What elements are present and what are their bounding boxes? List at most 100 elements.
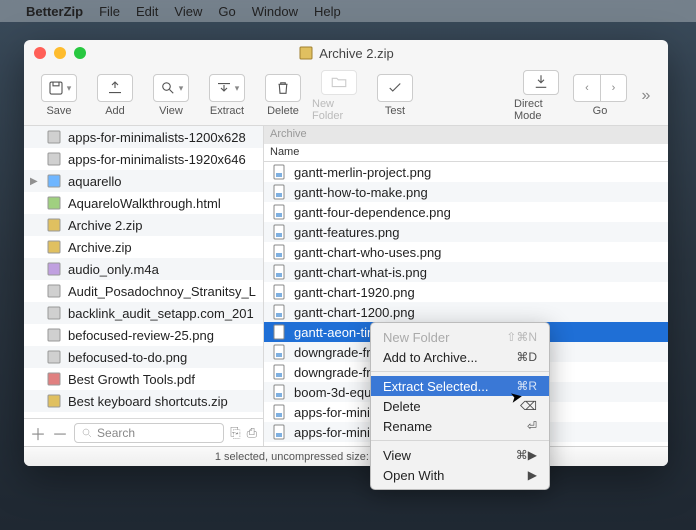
toolbar-overflow-icon[interactable]: » <box>632 87 660 105</box>
list-row-label: gantt-chart-1200.png <box>294 305 415 320</box>
extract-button[interactable]: ▾ Extract <box>200 70 254 122</box>
list-row-label: gantt-chart-1920.png <box>294 285 415 300</box>
sidebar-item[interactable]: apps-for-minimalists-1200x628 <box>24 126 263 148</box>
nav-forward-icon[interactable]: › <box>600 75 626 101</box>
menubar-help[interactable]: Help <box>314 4 341 19</box>
context-menu-item[interactable]: Extract Selected...⌘R <box>371 376 549 396</box>
context-menu-item[interactable]: View⌘▶ <box>371 445 549 465</box>
sidebar-item[interactable]: AquareloWalkthrough.html <box>24 192 263 214</box>
menubar-view[interactable]: View <box>174 4 202 19</box>
delete-button[interactable]: Delete <box>256 70 310 122</box>
sidebar-opt2-icon[interactable]: ⎙ <box>247 425 257 441</box>
sidebar-item-label: Archive.zip <box>68 240 132 255</box>
menubar-file[interactable]: File <box>99 4 120 19</box>
sidebar-item[interactable]: audio_only.m4a <box>24 258 263 280</box>
context-menu-item[interactable]: Open With ▶ <box>371 465 549 485</box>
sidebar-item-label: apps-for-minimalists-1200x628 <box>68 130 246 145</box>
sidebar-item[interactable]: Archive.zip <box>24 236 263 258</box>
column-name[interactable]: Name <box>264 144 668 162</box>
sidebar-item-label: befocused-to-do.png <box>68 350 187 365</box>
list-row[interactable]: gantt-four-dependence.png <box>264 202 668 222</box>
context-menu-shortcut: ⏎ <box>527 419 537 433</box>
sidebar-item[interactable]: Archive 2.zip <box>24 214 263 236</box>
list-row-label: boom-3d-equa <box>294 385 379 400</box>
sidebar-item[interactable]: Best keyboard shortcuts.zip <box>24 390 263 412</box>
context-menu-label: Delete <box>383 399 421 414</box>
sidebar-item[interactable]: backlink_audit_setapp.com_201 <box>24 302 263 324</box>
context-menu-shortcut: ⇧⌘N <box>506 330 537 344</box>
menubar-window[interactable]: Window <box>252 4 298 19</box>
search-input[interactable]: Search <box>74 423 224 443</box>
sidebar: apps-for-minimalists-1200x628 apps-for-mi… <box>24 126 264 446</box>
list-row[interactable]: gantt-merlin-project.png <box>264 162 668 182</box>
list-row-label: gantt-features.png <box>294 225 400 240</box>
context-menu-item[interactable]: Rename ⏎ <box>371 416 549 436</box>
save-button[interactable]: ▾ Save <box>32 70 86 122</box>
sidebar-footer: ＋ － Search ⎘ ⎙ <box>24 418 263 446</box>
context-menu-label: Extract Selected... <box>383 379 489 394</box>
context-menu: New Folder ⇧⌘N Add to Archive... ⌘D Extract … <box>370 322 550 490</box>
sidebar-item-label: Audit_Posadochnoy_Stranitsy_L <box>68 284 256 299</box>
sidebar-item-label: backlink_audit_setapp.com_201 <box>68 306 254 321</box>
list-row[interactable]: gantt-features.png <box>264 222 668 242</box>
sidebar-item[interactable]: Audit_Posadochnoy_Stranitsy_L <box>24 280 263 302</box>
status-bar: 1 selected, uncompressed size: 83 KB (in… <box>24 446 668 466</box>
go-button[interactable]: ‹› Go <box>570 70 630 122</box>
sidebar-item[interactable]: befocused-to-do.png <box>24 346 263 368</box>
menubar-go[interactable]: Go <box>218 4 235 19</box>
archive-header: Archive <box>264 126 668 144</box>
list-row-label: gantt-chart-who-uses.png <box>294 245 441 260</box>
sidebar-item-label: apps-for-minimalists-1920x646 <box>68 152 246 167</box>
remove-icon[interactable]: － <box>52 421 68 445</box>
sidebar-item-label: Best Growth Tools.pdf <box>68 372 195 387</box>
sidebar-item[interactable]: apps-for-minimalists-1920x646 <box>24 148 263 170</box>
context-menu-label: Add to Archive... <box>383 350 478 365</box>
sidebar-item-label: Archive 2.zip <box>68 218 142 233</box>
sidebar-item[interactable]: Best Growth Tools.pdf <box>24 368 263 390</box>
sidebar-item[interactable]: ▶aquarello <box>24 170 263 192</box>
list-row-label: downgrade-fro <box>294 345 378 360</box>
context-menu-label: New Folder <box>383 330 449 345</box>
sidebar-item[interactable]: befocused-review-25.png <box>24 324 263 346</box>
search-placeholder: Search <box>97 426 135 440</box>
sidebar-item-label: AquareloWalkthrough.html <box>68 196 221 211</box>
list-row-label: gantt-merlin-project.png <box>294 165 431 180</box>
view-button[interactable]: ▾ View <box>144 70 198 122</box>
newfolder-button[interactable]: New Folder <box>312 70 366 122</box>
list-row-label: apps-for-minim <box>294 425 381 440</box>
menubar-app[interactable]: BetterZip <box>26 4 83 19</box>
list-row-label: apps-for-minim <box>294 405 381 420</box>
sidebar-item-label: aquarello <box>68 174 122 189</box>
list-row-label: gantt-how-to-make.png <box>294 185 428 200</box>
mac-menubar: BetterZip File Edit View Go Window Help <box>0 0 696 22</box>
nav-back-icon[interactable]: ‹ <box>574 75 600 101</box>
context-menu-item: New Folder ⇧⌘N <box>371 327 549 347</box>
sidebar-item-label: Best keyboard shortcuts.zip <box>68 394 228 409</box>
window-title: Archive 2.zip <box>319 46 393 61</box>
list-row[interactable]: gantt-how-to-make.png <box>264 182 668 202</box>
titlebar: Archive 2.zip <box>24 40 668 66</box>
list-row[interactable]: gantt-chart-1200.png <box>264 302 668 322</box>
menubar-edit[interactable]: Edit <box>136 4 158 19</box>
context-menu-label: Open With <box>383 468 444 483</box>
context-menu-shortcut: ⌘D <box>516 350 537 364</box>
list-row[interactable]: gantt-chart-what-is.png <box>264 262 668 282</box>
list-row-label: gantt-aeon-tim <box>294 325 378 340</box>
add-button[interactable]: Add <box>88 70 142 122</box>
context-menu-shortcut: ▶ <box>528 468 537 482</box>
context-menu-label: View <box>383 448 411 463</box>
betterzip-window: Archive 2.zip ▾ Save Add ▾ View ▾ Extrac… <box>24 40 668 466</box>
sidebar-opt1-icon[interactable]: ⎘ <box>230 425 240 441</box>
context-menu-label: Rename <box>383 419 432 434</box>
list-row-label: gantt-chart-what-is.png <box>294 265 427 280</box>
list-row[interactable]: gantt-chart-who-uses.png <box>264 242 668 262</box>
direct-mode-button[interactable]: Direct Mode <box>514 70 568 122</box>
test-button[interactable]: Test <box>368 70 422 122</box>
toolbar: ▾ Save Add ▾ View ▾ Extract Delete New F… <box>24 66 668 126</box>
add-icon[interactable]: ＋ <box>30 421 46 445</box>
sidebar-item-label: audio_only.m4a <box>68 262 159 277</box>
list-row[interactable]: gantt-chart-1920.png <box>264 282 668 302</box>
context-menu-item[interactable]: Add to Archive... ⌘D <box>371 347 549 367</box>
sidebar-item-label: befocused-review-25.png <box>68 328 214 343</box>
list-row-label: downgrade-fro <box>294 365 378 380</box>
